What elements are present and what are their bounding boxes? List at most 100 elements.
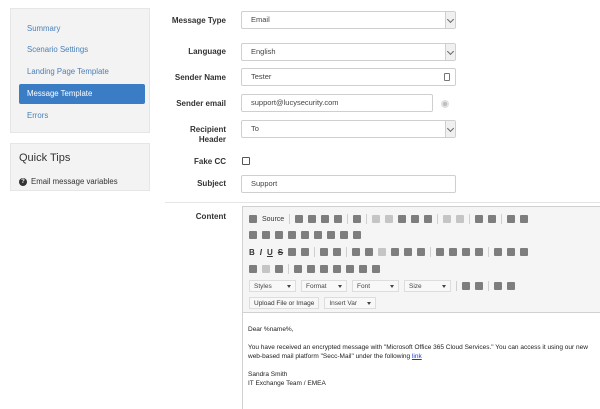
language-label: Language: [188, 47, 226, 56]
insert-var-dropdown[interactable]: Insert Var: [324, 297, 377, 309]
form-icon[interactable]: [249, 231, 257, 239]
chevron-down-icon: [338, 284, 342, 288]
page-break-icon[interactable]: [359, 265, 367, 273]
horizontal-line-icon[interactable]: [320, 265, 328, 273]
underline-icon[interactable]: U: [267, 248, 273, 257]
sidebar-item-scenario-settings[interactable]: Scenario Settings: [19, 40, 145, 60]
subscript-icon[interactable]: [288, 248, 297, 256]
unlink-icon[interactable]: [262, 265, 270, 273]
textfield-icon[interactable]: [288, 231, 296, 239]
superscript-icon[interactable]: [301, 248, 310, 256]
preview-icon[interactable]: [321, 215, 330, 223]
select-field-icon[interactable]: [314, 231, 322, 239]
upload-file-button[interactable]: Upload File or Image: [249, 297, 320, 309]
toolbar-separator: [488, 281, 489, 291]
recipient-header-select[interactable]: To: [241, 120, 456, 138]
bold-icon[interactable]: B: [249, 248, 255, 257]
replace-icon[interactable]: [488, 215, 497, 223]
show-blocks-icon[interactable]: [507, 282, 515, 290]
align-justify-icon[interactable]: [475, 248, 484, 256]
numbered-list-icon[interactable]: [352, 248, 361, 256]
question-icon: ?: [19, 177, 27, 186]
email-message-variables-link[interactable]: ? Email message variables: [19, 177, 118, 186]
size-dropdown[interactable]: Size: [404, 280, 451, 292]
sender-email-input[interactable]: support@lucysecurity.com: [241, 94, 433, 112]
align-center-icon[interactable]: [449, 248, 458, 256]
undo-icon[interactable]: [443, 215, 452, 223]
italic-icon[interactable]: I: [260, 248, 262, 257]
language-icon[interactable]: [520, 248, 529, 256]
sender-email-label: Sender email: [176, 99, 226, 108]
source-button[interactable]: Source: [262, 216, 284, 223]
textarea-icon[interactable]: [301, 231, 309, 239]
chevron-down-icon: [367, 301, 372, 305]
gear-icon[interactable]: [441, 100, 449, 108]
remove-format-icon[interactable]: [333, 248, 342, 256]
fake-cc-checkbox[interactable]: [242, 157, 250, 165]
paste-word-icon[interactable]: [424, 215, 433, 223]
styles-dropdown[interactable]: Styles: [249, 280, 296, 292]
templates-icon[interactable]: [353, 215, 362, 223]
format-dropdown[interactable]: Format: [301, 280, 347, 292]
rtl-icon[interactable]: [507, 248, 516, 256]
align-left-icon[interactable]: [436, 248, 445, 256]
bulleted-list-icon[interactable]: [365, 248, 374, 256]
message-type-select[interactable]: Email: [241, 11, 456, 29]
sidebar-item-landing-page-template[interactable]: Landing Page Template: [19, 62, 145, 82]
maximize-icon[interactable]: [494, 282, 502, 290]
editor-content[interactable]: Dear %name%, You have received an encryp…: [248, 325, 598, 388]
indent-icon[interactable]: [391, 248, 400, 256]
subject-input[interactable]: Support: [241, 175, 456, 193]
background-color-icon[interactable]: [475, 282, 483, 290]
strikethrough-icon[interactable]: S: [278, 248, 283, 257]
table-icon[interactable]: [307, 265, 315, 273]
print-icon[interactable]: [334, 215, 343, 223]
select-all-icon[interactable]: [507, 215, 516, 223]
copy-icon[interactable]: [385, 215, 394, 223]
text-color-icon[interactable]: [462, 282, 470, 290]
message-type-label: Message Type: [171, 16, 226, 25]
align-right-icon[interactable]: [462, 248, 471, 256]
editor-toolbar: Source B I U S Styles Format Font Size U…: [243, 207, 600, 313]
sender-name-input[interactable]: Tester: [241, 68, 456, 86]
sidebar-nav: Summary Scenario Settings Landing Page T…: [10, 8, 150, 133]
rich-text-editor[interactable]: Source B I U S Styles Format Font Size U…: [242, 206, 600, 409]
toolbar-separator: [347, 214, 349, 224]
special-char-icon[interactable]: [346, 265, 354, 273]
sidebar-item-message-template[interactable]: Message Template: [19, 84, 145, 104]
language-select[interactable]: English: [241, 43, 456, 61]
outdent-icon[interactable]: [378, 248, 387, 256]
redo-icon[interactable]: [456, 215, 465, 223]
anchor-icon[interactable]: [275, 265, 283, 273]
quick-tips-title: Quick Tips: [19, 152, 71, 164]
chevron-down-icon: [445, 44, 455, 60]
hidden-field-icon[interactable]: [353, 231, 361, 239]
signature-name: Sandra Smith: [248, 371, 288, 378]
paste-text-icon[interactable]: [411, 215, 420, 223]
blockquote-icon[interactable]: [404, 248, 413, 256]
email-link[interactable]: link: [412, 353, 422, 360]
ltr-icon[interactable]: [494, 248, 503, 256]
image-button-icon[interactable]: [340, 231, 348, 239]
iframe-icon[interactable]: [372, 265, 380, 273]
radio-icon[interactable]: [275, 231, 283, 239]
message-type-value: Email: [251, 15, 270, 24]
spellcheck-icon[interactable]: [520, 215, 529, 223]
toolbar-row-6: Upload File or Image Insert Var: [249, 297, 377, 309]
smiley-icon[interactable]: [333, 265, 341, 273]
font-dropdown[interactable]: Font: [352, 280, 399, 292]
sidebar-item-summary[interactable]: Summary: [19, 19, 145, 39]
sidebar-item-errors[interactable]: Errors: [19, 106, 145, 126]
copy-format-icon[interactable]: [320, 248, 329, 256]
link-icon[interactable]: [249, 265, 257, 273]
source-icon[interactable]: [249, 215, 257, 223]
find-icon[interactable]: [475, 215, 484, 223]
new-page-icon[interactable]: [308, 215, 317, 223]
checkbox-icon[interactable]: [262, 231, 270, 239]
image-icon[interactable]: [294, 265, 302, 273]
paste-icon[interactable]: [398, 215, 407, 223]
save-icon[interactable]: [295, 215, 304, 223]
div-container-icon[interactable]: [417, 248, 426, 256]
button-field-icon[interactable]: [327, 231, 335, 239]
cut-icon[interactable]: [372, 215, 381, 223]
